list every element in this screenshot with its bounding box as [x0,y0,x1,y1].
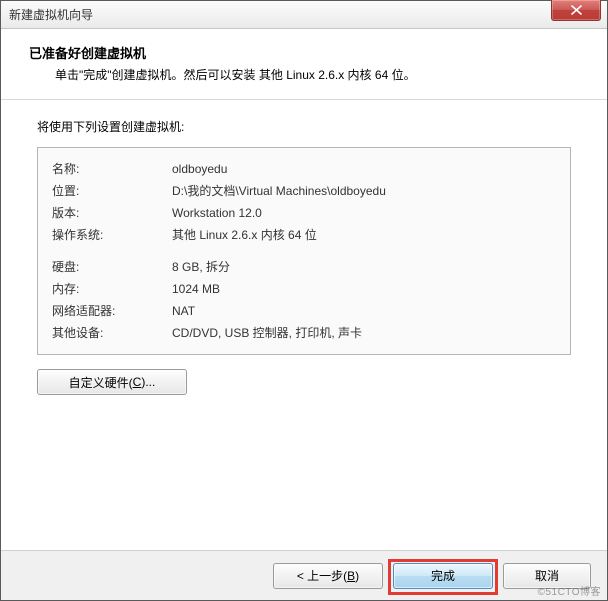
summary-row: 名称:oldboyedu [52,158,556,180]
summary-value: 其他 Linux 2.6.x 内核 64 位 [172,224,556,246]
summary-gap [52,246,556,256]
finish-label: 完成 [431,567,455,584]
summary-row: 位置:D:\我的文档\Virtual Machines\oldboyedu [52,180,556,202]
cancel-label: 取消 [535,567,559,584]
summary-value: oldboyedu [172,158,556,180]
header-subtitle: 单击"完成"创建虚拟机。然后可以安装 其他 Linux 2.6.x 内核 64 … [29,66,579,83]
summary-value: NAT [172,300,556,322]
wizard-window: 新建虚拟机向导 已准备好创建虚拟机 单击"完成"创建虚拟机。然后可以安装 其他 … [0,0,608,601]
body: 将使用下列设置创建虚拟机: 名称:oldboyedu位置:D:\我的文档\Vir… [1,100,607,550]
summary-label: 版本: [52,202,172,224]
customize-hardware-button[interactable]: 自定义硬件(C)... [37,369,187,395]
close-icon [571,5,582,15]
customize-row: 自定义硬件(C)... [37,369,571,395]
back-label-post: ) [355,569,359,583]
customize-label-pre: 自定义硬件( [69,374,133,391]
summary-box: 名称:oldboyedu位置:D:\我的文档\Virtual Machines\… [37,147,571,355]
summary-row: 操作系统:其他 Linux 2.6.x 内核 64 位 [52,224,556,246]
summary-value: 1024 MB [172,278,556,300]
header-title: 已准备好创建虚拟机 [29,43,579,62]
summary-intro: 将使用下列设置创建虚拟机: [37,118,571,135]
summary-label: 其他设备: [52,322,172,344]
footer: < 上一步(B) 完成 取消 ©51CTO博客 [1,550,607,600]
titlebar: 新建虚拟机向导 [1,1,607,29]
summary-value: D:\我的文档\Virtual Machines\oldboyedu [172,180,556,202]
header: 已准备好创建虚拟机 单击"完成"创建虚拟机。然后可以安装 其他 Linux 2.… [1,29,607,100]
customize-label-post: )... [141,375,155,389]
summary-label: 位置: [52,180,172,202]
summary-group-b: 硬盘:8 GB, 拆分内存:1024 MB网络适配器:NAT其他设备:CD/DV… [52,256,556,344]
back-accelerator: B [347,569,355,583]
summary-value: Workstation 12.0 [172,202,556,224]
summary-value: 8 GB, 拆分 [172,256,556,278]
summary-row: 版本:Workstation 12.0 [52,202,556,224]
summary-row: 网络适配器:NAT [52,300,556,322]
summary-label: 内存: [52,278,172,300]
customize-accelerator: C [133,375,142,389]
back-label-pre: < 上一步( [297,567,347,584]
summary-value: CD/DVD, USB 控制器, 打印机, 声卡 [172,322,556,344]
summary-label: 名称: [52,158,172,180]
summary-row: 内存:1024 MB [52,278,556,300]
window-title: 新建虚拟机向导 [9,6,551,23]
summary-label: 操作系统: [52,224,172,246]
summary-row: 其他设备:CD/DVD, USB 控制器, 打印机, 声卡 [52,322,556,344]
back-button[interactable]: < 上一步(B) [273,563,383,589]
close-button[interactable] [551,0,601,21]
summary-group-a: 名称:oldboyedu位置:D:\我的文档\Virtual Machines\… [52,158,556,246]
cancel-button[interactable]: 取消 [503,563,591,589]
finish-button[interactable]: 完成 [393,563,493,589]
summary-label: 网络适配器: [52,300,172,322]
summary-label: 硬盘: [52,256,172,278]
summary-row: 硬盘:8 GB, 拆分 [52,256,556,278]
